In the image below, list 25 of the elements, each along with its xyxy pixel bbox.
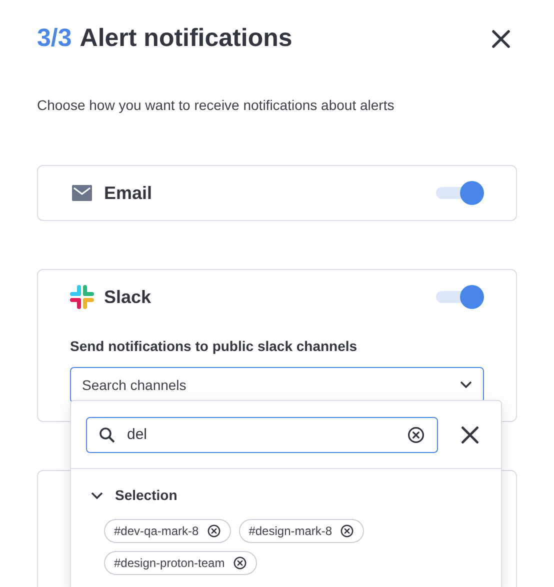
chevron-down-icon[interactable] [91, 492, 103, 500]
channel-name: Slack [104, 286, 152, 308]
select-placeholder: Search channels [82, 376, 186, 394]
step-counter: 3/3 [37, 23, 72, 54]
clear-icon[interactable] [407, 426, 425, 444]
hash-logo-icon [70, 285, 94, 309]
chevron-down-icon [460, 381, 472, 389]
search-value: del [127, 424, 148, 445]
toggle-switch[interactable] [436, 284, 484, 310]
description: Choose how you want to receive notifications about alerts [36, 96, 396, 115]
field-label: Send notifications to public slack channels [70, 337, 358, 356]
clear-icon[interactable] [232, 556, 247, 570]
close-button[interactable] [459, 424, 481, 446]
search-field[interactable]: del [86, 417, 438, 453]
clear-icon[interactable] [340, 524, 354, 538]
toggle-switch[interactable] [436, 180, 484, 206]
envelope-icon [72, 185, 92, 201]
chip-label: #design-mark-8 [248, 523, 332, 540]
chip-label: #dev-qa-mark-8 [114, 523, 199, 540]
section-title: Selection [115, 486, 178, 505]
clear-icon[interactable] [206, 524, 221, 538]
channel-name: Email [104, 182, 152, 204]
dialog-title: Alert notifications [80, 23, 292, 54]
search-icon [99, 427, 115, 443]
chip-label: #design-proton-team [114, 555, 225, 572]
